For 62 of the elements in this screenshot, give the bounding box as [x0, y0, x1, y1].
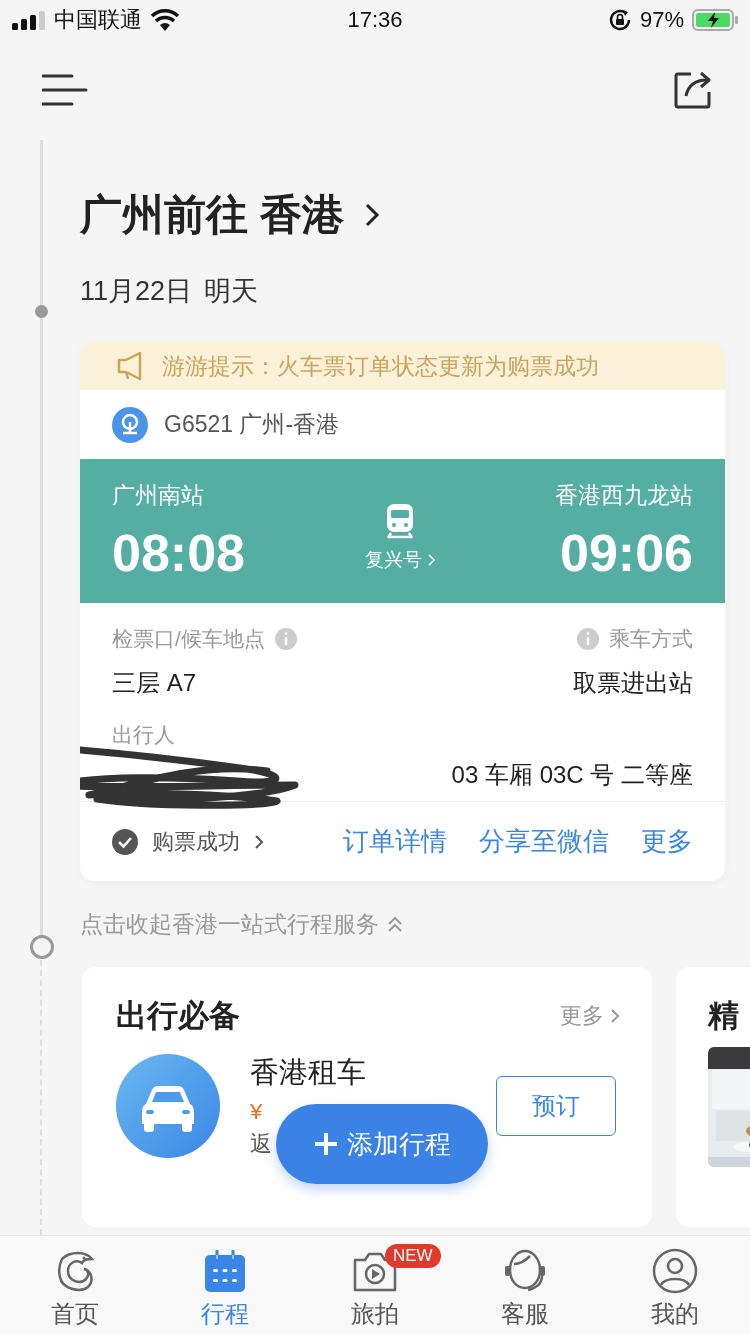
signal-icon — [12, 10, 46, 30]
order-status: 购票成功 — [152, 827, 240, 856]
check-circle-icon — [112, 828, 138, 855]
user-icon — [652, 1248, 698, 1294]
section-title: 出行必备 — [116, 997, 240, 1035]
trip-date: 11月22日 — [80, 275, 193, 308]
info-icon[interactable] — [577, 628, 599, 650]
new-badge: NEW — [385, 1244, 441, 1268]
service-note: 返 — [250, 1130, 272, 1158]
chevron-icon — [363, 202, 380, 228]
train-icon — [385, 503, 415, 539]
departure-station: 广州南站 — [112, 480, 205, 510]
card-action-link[interactable]: 分享至微信 — [479, 824, 609, 859]
card-action-link[interactable]: 更多 — [641, 824, 693, 859]
service-name: 香港租车 — [250, 1055, 366, 1090]
battery-charging-icon — [692, 9, 738, 31]
train-number: G6521 广州-香港 — [164, 410, 340, 439]
car-icon — [116, 1054, 220, 1158]
tab-item[interactable]: 客服 — [460, 1240, 590, 1330]
order-status-link[interactable]: 购票成功 — [112, 826, 264, 857]
wifi-icon — [150, 9, 180, 31]
detail-value: 三层 A7 — [112, 668, 198, 698]
share-icon[interactable] — [673, 70, 713, 110]
chevron-icon — [610, 1008, 620, 1024]
carrier-name: 中国联通 — [54, 6, 142, 34]
railway-logo-icon — [112, 406, 148, 443]
double-chevron-up-icon[interactable] — [387, 915, 403, 933]
tab-item[interactable]: 首页 — [10, 1240, 140, 1330]
arrival-time: 09:06 — [560, 522, 693, 583]
menu-icon[interactable] — [42, 74, 88, 106]
notice-text: 游游提示：火车票订单状态更新为购票成功 — [162, 351, 599, 381]
chevron-icon — [427, 554, 436, 566]
detail-label: 乘车方式 — [609, 626, 693, 652]
collapse-link[interactable]: 点击收起香港一站式行程服务 — [80, 908, 379, 940]
chevron-icon — [254, 833, 264, 850]
detail-value: 取票进出站 — [573, 668, 693, 698]
trip-title[interactable]: 广州前往 香港 — [80, 187, 344, 243]
train-type-link[interactable]: 复兴号 — [364, 547, 422, 573]
detail-label: 检票口/候车地点 — [112, 626, 265, 652]
relative-day: 明天 — [204, 273, 259, 309]
tab-item[interactable]: 行程 — [160, 1240, 290, 1330]
timeline-node — [30, 935, 54, 959]
service-price: ¥ — [250, 1099, 263, 1125]
plus-icon — [313, 1131, 339, 1157]
book-button[interactable]: 预订 — [496, 1076, 616, 1136]
add-trip-button[interactable]: 添加行程 — [276, 1104, 488, 1184]
info-icon[interactable] — [274, 628, 297, 650]
calendar-icon — [203, 1249, 247, 1293]
seat-info: 03 车厢 03C 号 二等座 — [451, 760, 693, 790]
arrival-station: 香港西九龙站 — [555, 480, 693, 510]
section-title: 精 — [708, 997, 740, 1035]
departure-time: 08:08 — [112, 522, 245, 583]
tab-item[interactable]: 我的 — [610, 1240, 740, 1330]
clock: 17:36 — [347, 7, 403, 33]
tab-item[interactable]: NEW 旅拍 — [310, 1240, 440, 1330]
timeline-dot — [35, 305, 48, 318]
battery-percent: 97% — [639, 7, 684, 33]
headset-icon — [502, 1248, 548, 1294]
card-action-link[interactable]: 订单详情 — [343, 824, 447, 859]
passenger-label: 出行人 — [112, 722, 176, 748]
more-link[interactable]: 更多 — [560, 1001, 604, 1031]
rotation-lock-icon — [607, 8, 632, 32]
